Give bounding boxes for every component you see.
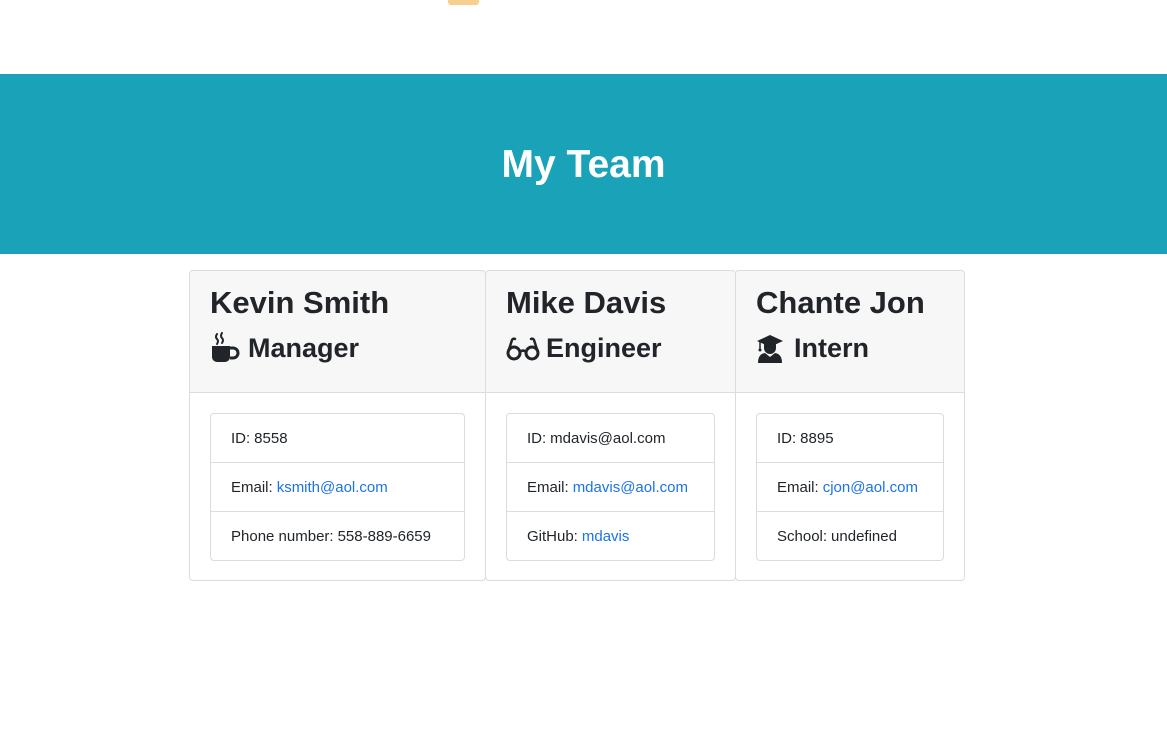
card-header: Kevin Smith Manager: [190, 271, 485, 393]
email-label: Email:: [231, 478, 273, 496]
card-header: Chante Jon Intern: [736, 271, 964, 393]
github-link[interactable]: mdavis: [582, 528, 630, 545]
employee-card-engineer: Mike Davis Engineer ID: mdavis@aol.com E…: [485, 270, 736, 581]
email-link[interactable]: cjon@aol.com: [823, 479, 918, 496]
role-label: Engineer: [546, 332, 662, 363]
email-label: Email:: [527, 478, 569, 496]
id-label: ID:: [777, 429, 797, 447]
team-cards: Kevin Smith Manager ID: 8558 Email: ksmi…: [189, 270, 965, 581]
id-row: ID: mdavis@aol.com: [507, 414, 714, 463]
id-value: mdavis@aol.com: [550, 429, 666, 447]
school-value: undefined: [831, 527, 897, 545]
card-body: ID: mdavis@aol.com Email: mdavis@aol.com…: [486, 393, 735, 561]
card-header: Mike Davis Engineer: [486, 271, 735, 393]
employee-name: Mike Davis: [506, 285, 667, 320]
phone-value: 558-889-6659: [337, 527, 431, 545]
github-row: GitHub: mdavis: [507, 512, 714, 560]
github-label: GitHub:: [527, 527, 578, 545]
info-list: ID: 8558 Email: ksmith@aol.com Phone num…: [210, 413, 465, 561]
role-label: Intern: [794, 332, 870, 363]
email-link[interactable]: mdavis@aol.com: [573, 479, 688, 496]
email-label: Email:: [777, 478, 819, 496]
page-header: My Team: [0, 74, 1167, 254]
coffee-mug-icon: [210, 332, 242, 364]
id-value: 8558: [254, 429, 288, 447]
id-row: ID: 8558: [211, 414, 464, 463]
info-list: ID: 8895 Email: cjon@aol.com School: und…: [756, 413, 944, 561]
employee-role: Engineer: [506, 332, 715, 364]
id-label: ID:: [527, 429, 547, 447]
employee-role: Manager: [210, 332, 465, 364]
glasses-icon: [506, 332, 540, 364]
email-row: Email: cjon@aol.com: [757, 463, 943, 512]
employee-card-manager: Kevin Smith Manager ID: 8558 Email: ksmi…: [189, 270, 486, 581]
graduate-icon: [756, 332, 788, 364]
employee-name: Kevin Smith: [210, 285, 390, 320]
phone-label: Phone number:: [231, 527, 334, 545]
role-label: Manager: [248, 332, 360, 363]
id-row: ID: 8895: [757, 414, 943, 463]
school-row: School: undefined: [757, 512, 943, 560]
school-label: School:: [777, 527, 828, 545]
email-link[interactable]: ksmith@aol.com: [277, 479, 388, 496]
employee-role: Intern: [756, 332, 944, 364]
top-accent-bar: [448, 0, 479, 5]
employee-name: Chante Jon: [756, 285, 925, 320]
id-label: ID:: [231, 429, 251, 447]
info-list: ID: mdavis@aol.com Email: mdavis@aol.com…: [506, 413, 715, 561]
email-row: Email: ksmith@aol.com: [211, 463, 464, 512]
employee-card-intern: Chante Jon Intern ID: 8895 Email: cjon@a…: [735, 270, 965, 581]
email-row: Email: mdavis@aol.com: [507, 463, 714, 512]
phone-row: Phone number: 558-889-6659: [211, 512, 464, 560]
card-body: ID: 8895 Email: cjon@aol.com School: und…: [736, 393, 964, 561]
page-title: My Team: [501, 142, 666, 186]
card-body: ID: 8558 Email: ksmith@aol.com Phone num…: [190, 393, 485, 561]
id-value: 8895: [800, 429, 834, 447]
